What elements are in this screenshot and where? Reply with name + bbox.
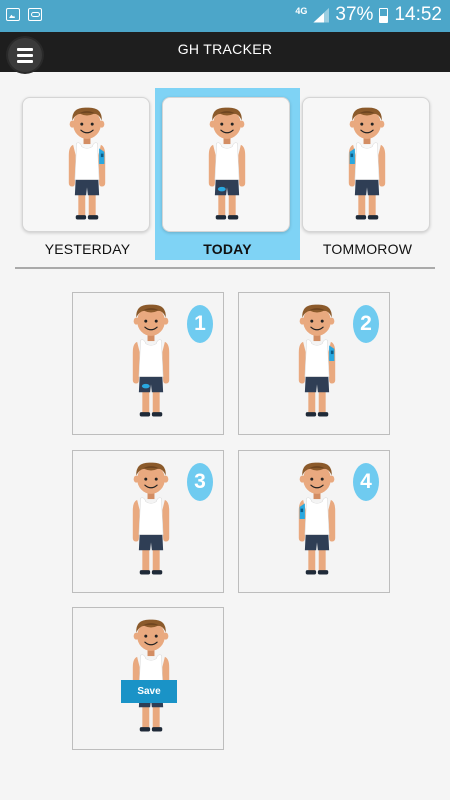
notification-icons [6, 8, 42, 21]
zone-card-4[interactable]: 4 [238, 450, 390, 593]
voicemail-icon [28, 8, 42, 21]
day-tab-today[interactable]: TODAY [155, 88, 300, 260]
hamburger-menu-icon-bar [17, 60, 33, 63]
day-label: YESTERDAY [44, 241, 131, 257]
divider [15, 267, 435, 269]
day-card [22, 97, 150, 232]
system-indicators: 4G 37% 14:52 [295, 4, 442, 26]
zone-number-badge: 1 [187, 305, 213, 343]
body-figure [132, 462, 170, 575]
battery-icon [379, 7, 389, 23]
body-figure [298, 462, 336, 575]
image-notification-icon [6, 8, 20, 21]
body-figure [68, 107, 106, 220]
day-card [302, 97, 430, 232]
signal-icon [313, 8, 329, 23]
app-title: GH TRACKER [177, 41, 273, 57]
body-figure [208, 107, 246, 220]
zone-number-badge: 3 [187, 463, 213, 501]
battery-percent: 37% [335, 4, 374, 25]
save-card[interactable]: Save [72, 607, 224, 750]
zone-card-2[interactable]: 2 [238, 292, 390, 435]
day-tab-yesterday[interactable]: YESTERDAY [15, 88, 160, 260]
body-figure [348, 107, 386, 220]
day-tab-tomorrow[interactable]: TOMMOROW [295, 88, 440, 260]
day-label: TOMMOROW [322, 241, 413, 257]
network-type: 4G [295, 5, 308, 16]
zone-number-badge: 4 [353, 463, 379, 501]
day-label: TODAY [203, 241, 252, 257]
zone-card-1[interactable]: 1 [72, 292, 224, 435]
day-card [162, 97, 290, 232]
body-figure [298, 304, 336, 417]
status-bar: 4G 37% 14:52 [0, 0, 450, 32]
save-button[interactable]: Save [121, 680, 177, 703]
body-figure [132, 304, 170, 417]
zone-number-badge: 2 [353, 305, 379, 343]
body-figure [132, 619, 170, 732]
zone-card-3[interactable]: 3 [72, 450, 224, 593]
clock: 14:52 [394, 4, 442, 25]
